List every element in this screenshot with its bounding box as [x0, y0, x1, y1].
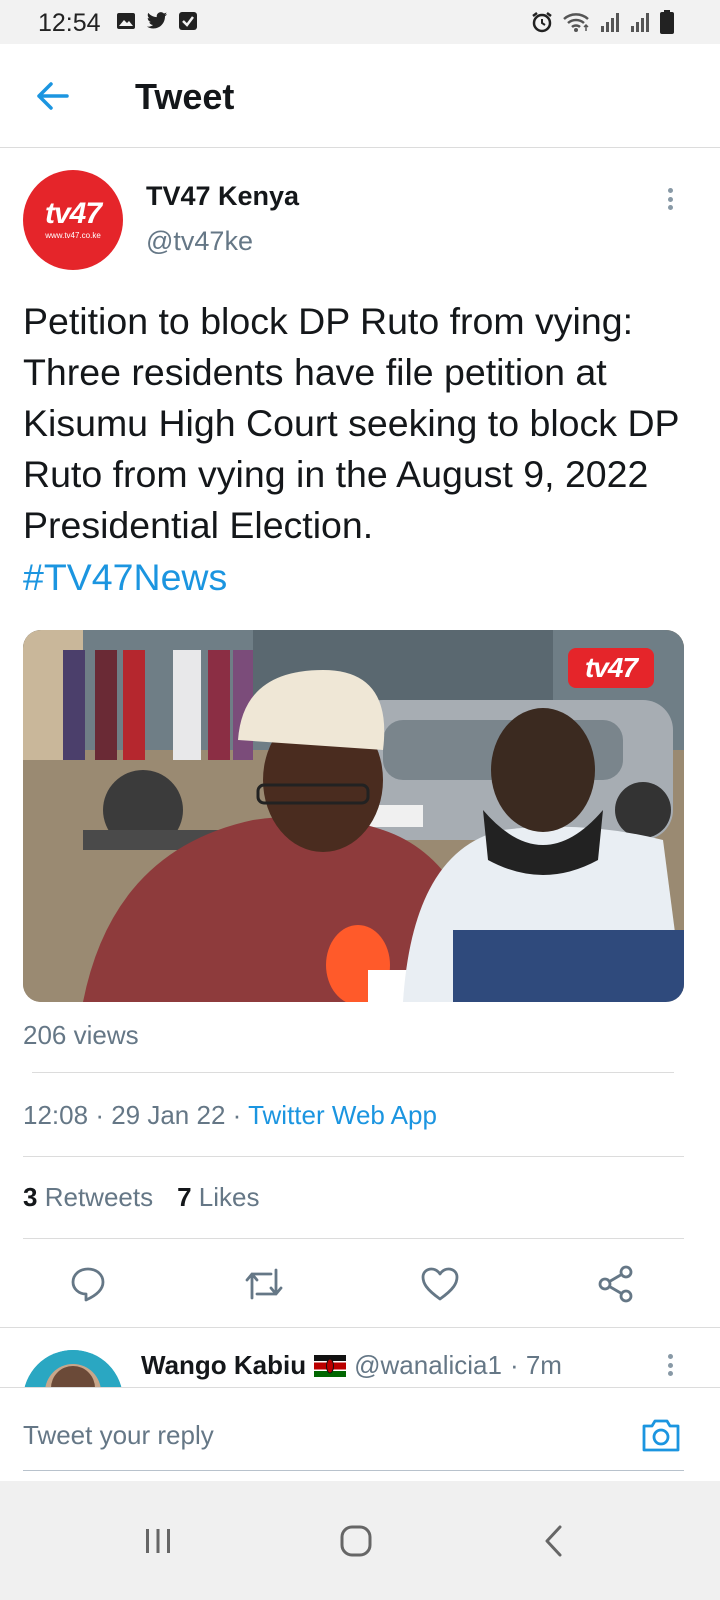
divider	[0, 1327, 720, 1328]
tweet-media[interactable]: tv47	[23, 630, 684, 1002]
home-icon	[340, 1525, 372, 1557]
share-button[interactable]	[594, 1262, 638, 1306]
tweet-source-link[interactable]: Twitter Web App	[248, 1100, 437, 1130]
recent-apps-button[interactable]	[128, 1511, 188, 1571]
chevron-left-icon	[545, 1525, 562, 1557]
retweets-label: Retweets	[44, 1182, 154, 1212]
system-nav-bar	[0, 1481, 720, 1600]
reply-icon	[71, 1267, 105, 1302]
likes-count: 7	[177, 1182, 192, 1212]
more-options-button[interactable]	[660, 184, 680, 214]
input-underline	[23, 1470, 684, 1471]
app-header: Tweet	[0, 44, 720, 148]
divider	[32, 1072, 674, 1073]
reply-input[interactable]	[23, 1410, 613, 1460]
reply-time: · 7m	[509, 1350, 562, 1380]
twitter-icon	[146, 12, 168, 29]
more-dot-icon	[667, 205, 673, 210]
like-icon	[421, 1267, 459, 1301]
status-bar: 12:54	[0, 0, 720, 44]
avatar-site: www.tv47.co.ke	[45, 231, 101, 240]
battery-icon	[660, 10, 674, 34]
wifi-icon	[563, 13, 589, 32]
reply-author-handle[interactable]: @wanalicia1	[354, 1350, 502, 1381]
likes-stat[interactable]: 7 Likes	[177, 1182, 259, 1213]
status-time: 12:54	[38, 9, 101, 37]
alarm-icon	[532, 12, 552, 33]
arrow-left-icon	[37, 82, 69, 110]
camera-icon	[642, 1419, 680, 1452]
tweet-text: Petition to block DP Ruto from vying: Th…	[23, 300, 679, 546]
author-name[interactable]: TV47 Kenya	[146, 181, 299, 212]
kenya-flag-icon	[314, 1354, 347, 1377]
more-dot-icon	[667, 1371, 673, 1376]
share-icon	[598, 1265, 633, 1303]
back-nav-button[interactable]	[524, 1511, 584, 1571]
retweet-icon	[245, 1268, 283, 1300]
camera-button[interactable]	[640, 1416, 682, 1454]
more-dot-icon	[667, 1354, 673, 1359]
retweets-stat[interactable]: 3 Retweets	[23, 1182, 153, 1213]
tweet-meta: 12:08 · 29 Jan 22 · Twitter Web App	[23, 1100, 437, 1131]
retweets-count: 3	[23, 1182, 38, 1212]
reply-author-name[interactable]: Wango Kabiu	[141, 1350, 306, 1381]
action-bar	[0, 1240, 720, 1328]
more-dot-icon	[667, 196, 673, 202]
separator: ·	[95, 1100, 112, 1130]
media-watermark: tv47	[568, 648, 654, 688]
home-button[interactable]	[326, 1511, 386, 1571]
reply-header: Wango Kabiu @wanalicia1 · 7m	[141, 1350, 562, 1381]
view-count: 206 views	[23, 1020, 139, 1050]
divider	[23, 1156, 684, 1157]
reply-more-options-button[interactable]	[660, 1350, 680, 1380]
tweet-stats: 3 Retweets 7 Likes	[23, 1182, 260, 1213]
check-box-icon	[179, 12, 197, 30]
more-dot-icon	[667, 188, 673, 193]
signal-icon	[601, 13, 619, 32]
reply-button[interactable]	[66, 1262, 110, 1306]
recent-apps-icon	[146, 1529, 170, 1553]
image-icon	[117, 13, 135, 29]
separator: ·	[232, 1100, 249, 1130]
status-right-icons	[530, 10, 674, 34]
retweet-button[interactable]	[242, 1262, 286, 1306]
more-dot-icon	[667, 1362, 673, 1368]
author-avatar[interactable]: tv47 www.tv47.co.ke	[23, 170, 123, 270]
likes-label: Likes	[198, 1182, 260, 1212]
tweet-time: 12:08	[23, 1100, 89, 1130]
back-button[interactable]	[30, 76, 74, 116]
divider	[23, 1238, 684, 1239]
status-left-icons	[116, 11, 198, 31]
page-title: Tweet	[135, 76, 235, 117]
hashtag-link[interactable]: #TV47News	[23, 552, 227, 603]
reply-composer	[0, 1387, 720, 1481]
like-button[interactable]	[418, 1262, 462, 1306]
tweet-date: 29 Jan 22	[111, 1100, 226, 1130]
signal-icon	[631, 13, 649, 32]
avatar-logo: tv47	[44, 197, 102, 230]
author-handle[interactable]: @tv47ke	[146, 226, 253, 257]
